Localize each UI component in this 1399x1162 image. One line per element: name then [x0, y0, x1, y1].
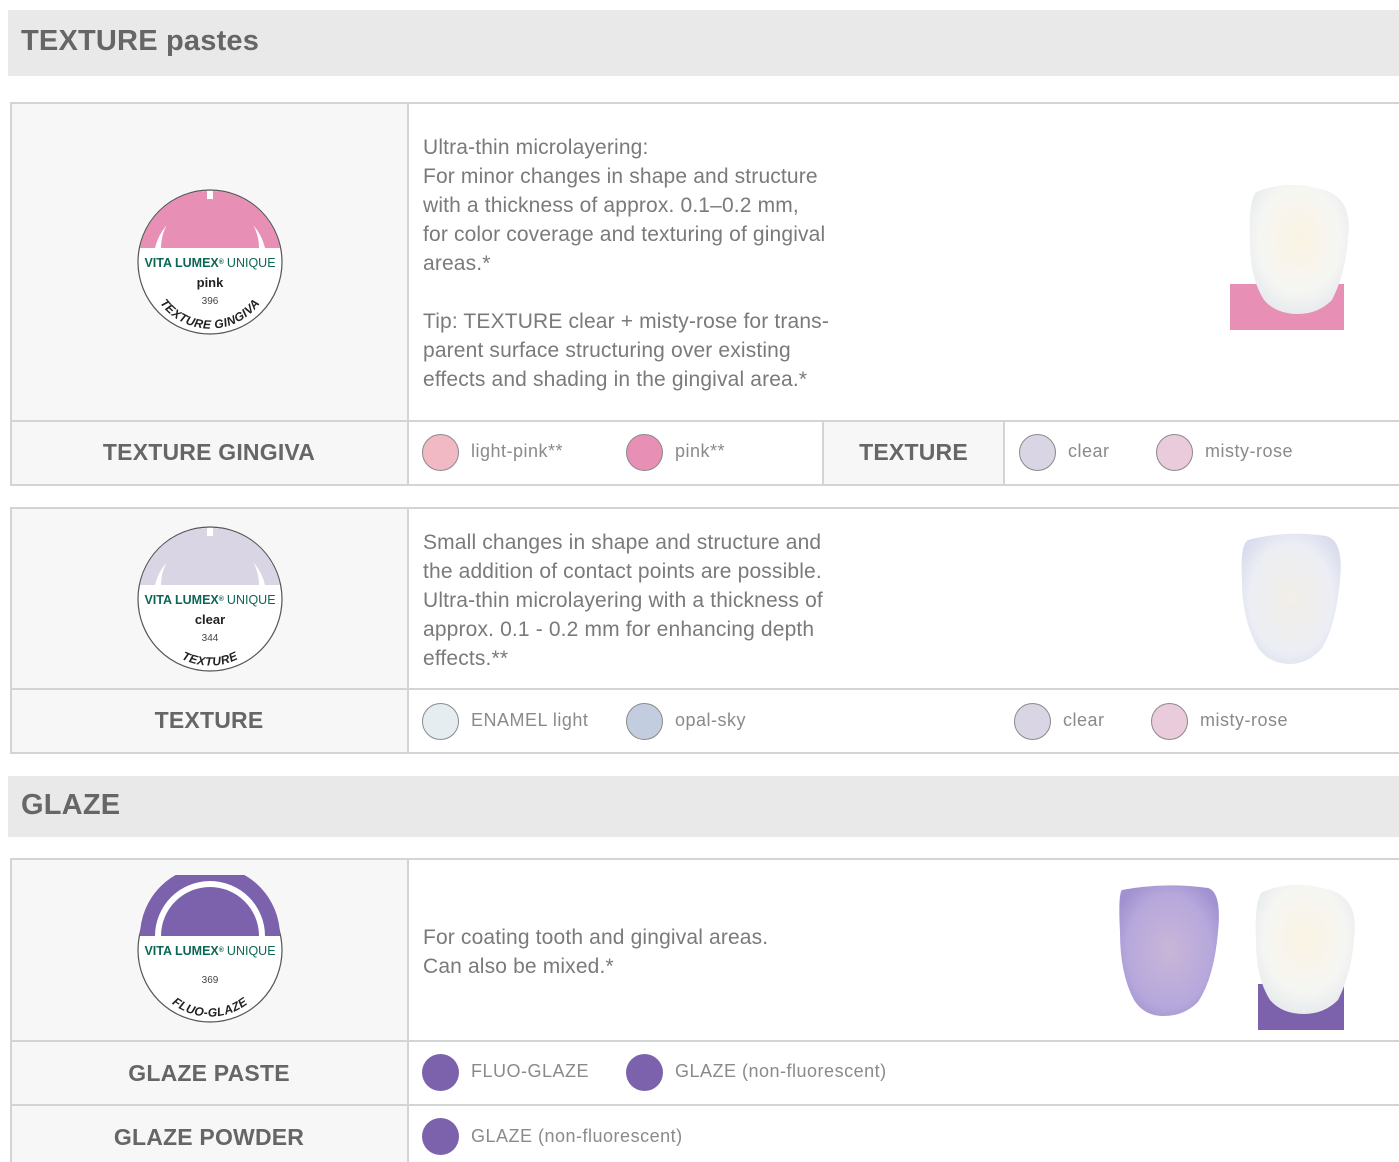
tooth-with-glaze-image [1255, 884, 1355, 1030]
section-title: GLAZE [21, 789, 121, 821]
divider [10, 102, 1399, 104]
swatch-label: opal-sky [675, 710, 747, 730]
jar-number: 396 [202, 296, 219, 307]
glaze-section-header: GLAZE [8, 776, 1399, 837]
swatch-glaze-non-fluorescent [626, 1054, 663, 1091]
jar-registered-mark: ® [219, 595, 225, 603]
swatch-label: GLAZE (non-fluorescent) [471, 1126, 683, 1146]
fluo-glaze-veneer-image [1119, 885, 1219, 1016]
jar-product: UNIQUE [227, 593, 276, 607]
divider [10, 1040, 1399, 1042]
divider [10, 507, 1399, 509]
row-label-texture: TEXTURE [154, 707, 264, 733]
swatch-label: clear [1068, 441, 1110, 461]
svg-text:VITA LUMEX®UNIQUE: VITA LUMEX® UNIQUE [144, 944, 275, 958]
divider [10, 1104, 1399, 1106]
jar-shade: clear [195, 612, 225, 627]
swatch-opal-sky [626, 703, 663, 740]
swatch-misty-rose [1151, 703, 1188, 740]
gingiva-description: Ultra-thin microlayering: For minor chan… [423, 136, 829, 391]
jar-shade: pink [197, 275, 224, 290]
clear-description: Small changes in shape and structure and… [423, 531, 823, 670]
divider [407, 102, 409, 486]
jar-brand: VITA LUMEX [144, 593, 219, 607]
jar-brand: VITA LUMEX [144, 256, 219, 270]
jar-product: UNIQUE [227, 256, 276, 270]
divider [407, 858, 409, 1162]
divider [10, 102, 12, 486]
divider [10, 484, 1399, 486]
swatch-label: misty-rose [1205, 441, 1294, 461]
swatch-label: FLUO-GLAZE [471, 1061, 590, 1081]
texture-clear-jar: VITA LUMEX® UNIQUE clear 344 TEXTURE [137, 526, 283, 672]
svg-text:VITA LUMEX®UNIQUE: VITA LUMEX® UNIQUE [144, 256, 275, 270]
swatch-label: clear [1063, 710, 1105, 730]
section-title: TEXTURE pastes [21, 25, 260, 57]
swatch-label: ENAMEL light [471, 710, 589, 730]
fluo-glaze-jar: VITA LUMEX® UNIQUE 369 FLUO-GLAZE [137, 875, 283, 1023]
swatch-label: GLAZE (non-fluorescent) [675, 1061, 887, 1081]
row-label-glaze-powder: GLAZE POWDER [113, 1124, 305, 1150]
swatch-enamel-light [422, 703, 459, 740]
jar-number: 369 [202, 975, 219, 986]
swatch-label: pink** [675, 441, 726, 461]
swatch-label: light-pink** [471, 441, 564, 461]
jar-registered-mark: ® [219, 258, 225, 266]
divider [10, 858, 12, 1162]
divider [10, 752, 1399, 754]
texture-gingiva-jar: VITA LUMEX® UNIQUE pink 396 TEXTURE GINGI… [137, 189, 283, 335]
swatch-clear [1019, 434, 1056, 471]
glaze-description: For coating tooth and gingival areas. Ca… [423, 926, 769, 978]
tooth-with-gingiva-image [1230, 184, 1349, 330]
divider [10, 420, 1399, 422]
swatch-misty-rose [1156, 434, 1193, 471]
swatch-fluo-glaze [422, 1054, 459, 1091]
jar-product: UNIQUE [227, 944, 276, 958]
clear-veneer-image [1241, 533, 1341, 664]
swatch-label: misty-rose [1200, 710, 1289, 730]
swatch-light-pink [422, 434, 459, 471]
row-label-texture-gingiva: TEXTURE GINGIVA [102, 439, 316, 465]
svg-text:VITA LUMEX®UNIQUE: VITA LUMEX® UNIQUE [144, 593, 275, 607]
row-label-glaze-paste: GLAZE PASTE [128, 1060, 290, 1086]
divider [10, 688, 1399, 690]
swatch-glaze-powder [422, 1118, 459, 1155]
swatch-pink [626, 434, 663, 471]
divider [10, 858, 1399, 860]
swatch-clear [1014, 703, 1051, 740]
texture-section-header: TEXTURE pastes [8, 10, 1399, 76]
jar-number: 344 [202, 633, 219, 644]
jar-registered-mark: ® [219, 946, 225, 954]
jar-brand: VITA LUMEX [144, 944, 219, 958]
row-label-texture: TEXTURE [859, 439, 968, 465]
